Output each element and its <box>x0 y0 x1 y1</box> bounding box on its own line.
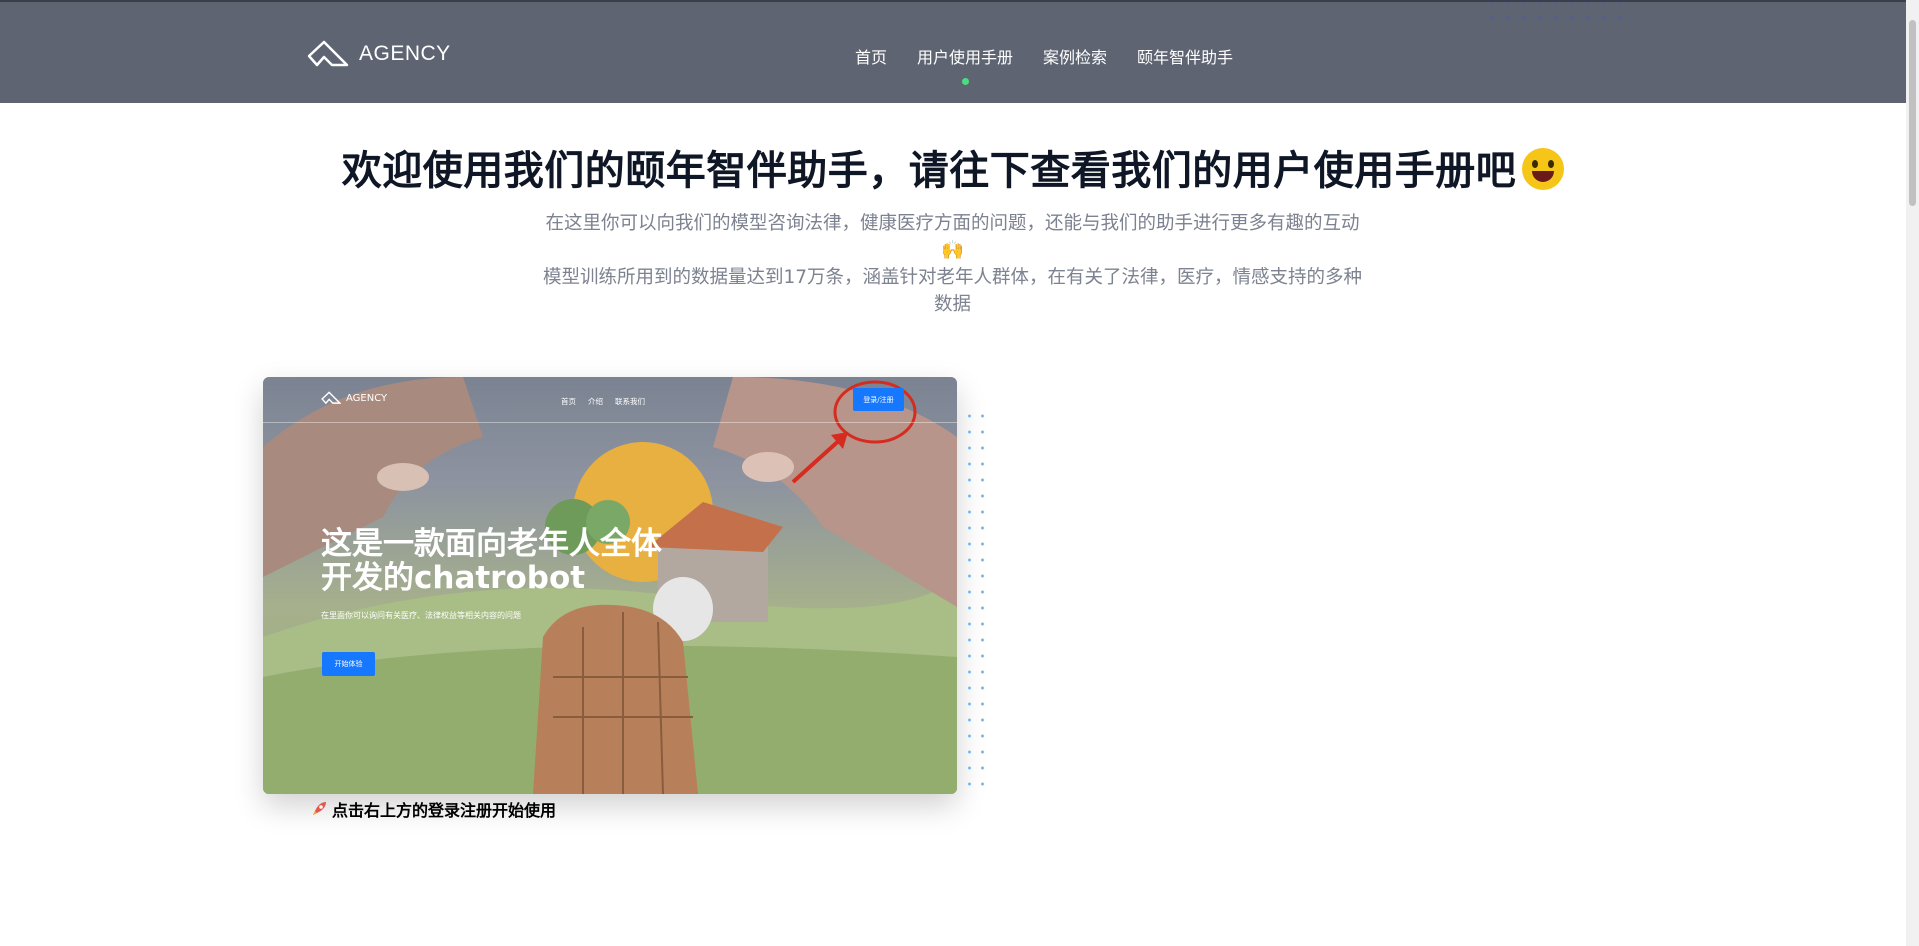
preview-login-button: 登录/注册 <box>853 388 904 411</box>
preview-description: 在里面你可以询问有关医疗、法律权益等相关内容的问题 <box>321 611 521 620</box>
preview-cta-button: 开始体验 <box>322 652 375 676</box>
preview-brand: AGENCY <box>346 392 388 404</box>
preview-nav-item: 联系我们 <box>615 397 645 406</box>
preview-heading: 这是一款面向老年人全体开发的chatrobot <box>321 526 662 596</box>
subtitle-line: 模型训练所用到的数据量达到17万条，涵盖针对老年人群体，在有关了法律，医疗，情感… <box>542 267 1363 315</box>
decorative-dots <box>1480 2 1630 24</box>
grinning-face-icon <box>1522 148 1565 190</box>
agency-logo-icon <box>307 40 349 67</box>
caption: 点击右上方的登录注册开始使用 <box>310 797 556 821</box>
brand-name: AGENCY <box>359 42 451 65</box>
scrollbar-thumb[interactable] <box>1909 20 1916 206</box>
caption-text: 点击右上方的登录注册开始使用 <box>332 801 557 820</box>
preview-logo: AGENCY <box>321 391 387 405</box>
agency-logo-icon <box>321 391 341 405</box>
preview-nav-item: 介绍 <box>588 397 603 406</box>
main-nav: 首页 用户使用手册 案例检索 颐年智伴助手 <box>855 44 1263 85</box>
preview-nav-item: 首页 <box>561 397 576 406</box>
rocket-icon <box>313 802 326 815</box>
vertical-scrollbar[interactable] <box>1906 0 1919 946</box>
nav-item-user-manual[interactable]: 用户使用手册 <box>917 44 1013 85</box>
preview-screenshot: AGENCY 首页 介绍 联系我们 登录/注册 这是一款面向老年人全体开发的ch… <box>263 377 957 794</box>
nav-item-assistant[interactable]: 颐年智伴助手 <box>1137 44 1233 68</box>
page-title: 欢迎使用我们的颐年智伴助手，请往下查看我们的用户使用手册吧 <box>341 148 1517 194</box>
nav-item-case-search[interactable]: 案例检索 <box>1043 44 1107 68</box>
brand-logo[interactable]: AGENCY <box>307 39 451 69</box>
hero-title-row: 欢迎使用我们的颐年智伴助手，请往下查看我们的用户使用手册吧 <box>0 138 1906 196</box>
hero-subtitle: 在这里你可以向我们的模型咨询法律，健康医疗方面的问题，还能与我们的助手进行更多有… <box>540 210 1365 318</box>
subtitle-line: 在这里你可以向我们的模型咨询法律，健康医疗方面的问题，还能与我们的助手进行更多有… <box>545 213 1360 261</box>
preview-header: AGENCY 首页 介绍 联系我们 登录/注册 <box>263 377 957 423</box>
nav-item-home[interactable]: 首页 <box>855 44 887 68</box>
page: AGENCY 首页 用户使用手册 案例检索 颐年智伴助手 欢迎使用我们的颐年智伴… <box>0 0 1919 946</box>
top-navbar: AGENCY 首页 用户使用手册 案例检索 颐年智伴助手 <box>0 0 1906 103</box>
preview-nav: 首页 介绍 联系我们 <box>561 396 645 407</box>
decorative-dots <box>962 408 986 790</box>
